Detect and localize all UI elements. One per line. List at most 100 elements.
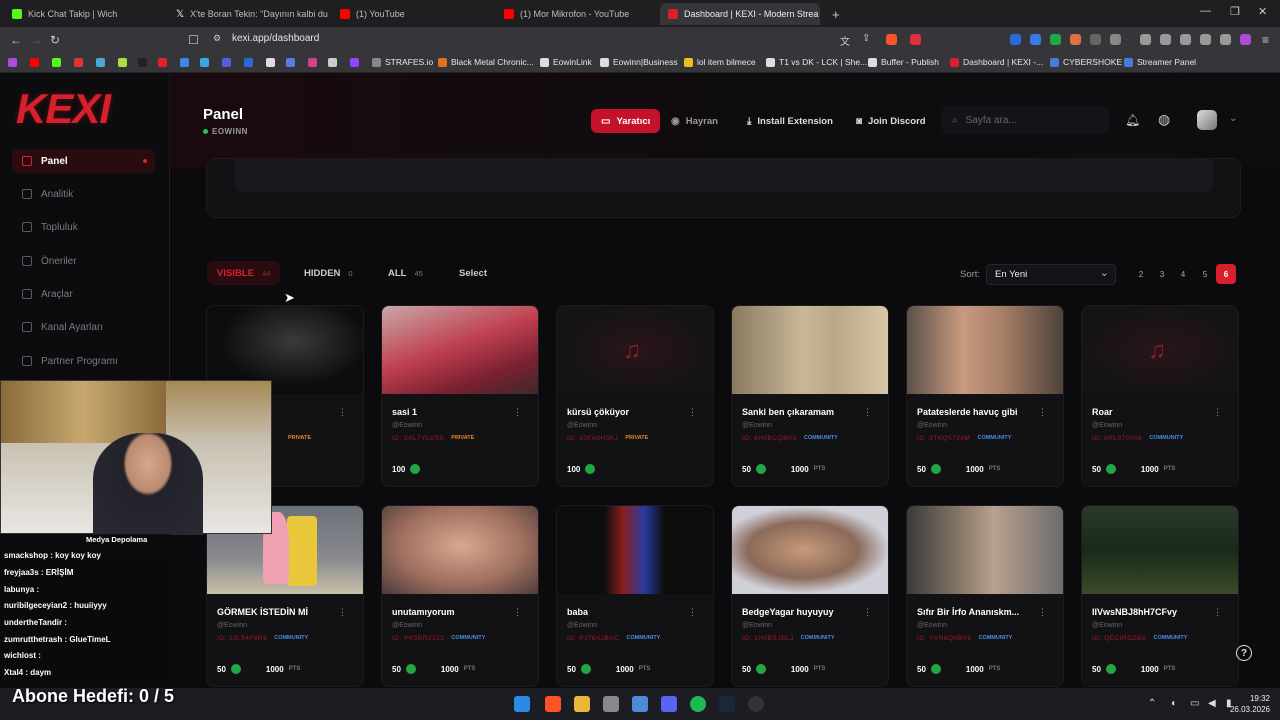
bookmark-icon[interactable]	[200, 58, 209, 67]
bookmark-icon[interactable]	[74, 58, 83, 67]
extension-icon[interactable]	[1110, 34, 1121, 45]
bookmark-link[interactable]: Streamer Panel	[1124, 57, 1196, 67]
bookmark-link[interactable]: T1 vs DK - LCK | She...	[766, 57, 867, 67]
sidebar-item-suggestions[interactable]: Öneriler	[12, 249, 155, 273]
twitch-icon[interactable]	[350, 58, 359, 67]
bookmark-icon[interactable]	[222, 58, 231, 67]
globe-icon[interactable]: ◍	[1158, 111, 1170, 128]
forward-icon[interactable]: →	[30, 33, 42, 47]
sidebar-item-tools[interactable]: Araçlar	[12, 282, 155, 306]
bookmark-icon[interactable]	[8, 58, 17, 67]
discord-icon[interactable]	[661, 696, 677, 712]
media-icon[interactable]	[1140, 34, 1151, 45]
url-field[interactable]: kexi.app/dashboard	[232, 33, 319, 44]
kick-icon[interactable]	[52, 58, 61, 67]
browser-tab[interactable]: (1) YouTube	[332, 3, 492, 25]
windows-start-icon[interactable]	[514, 696, 530, 712]
steam-icon[interactable]	[719, 696, 735, 712]
taskbar-clock[interactable]: 19:32 26.03.2026	[1230, 693, 1270, 715]
extension-icon[interactable]	[1050, 34, 1061, 45]
bookmark-icon[interactable]	[328, 58, 337, 67]
browser-tab[interactable]: 𝕏 X'te Boran Tekin: "Dayının kalbi dura	[168, 3, 328, 25]
app-icon[interactable]	[603, 696, 619, 712]
chevron-down-icon[interactable]: ⌄	[1229, 113, 1237, 124]
page-button[interactable]: 4	[1173, 264, 1193, 284]
sidebar-item-analytics[interactable]: Analitik	[12, 182, 155, 206]
sound-card[interactable]: Sanki ben çıkaramam ⋮ @Eowinn ID: 8H0BCQB…	[731, 305, 889, 487]
more-options-icon[interactable]: ⋮	[1038, 607, 1047, 618]
sound-card[interactable]: unutamıyorum ⋮ @Eowinn ID: PK5BR2212 COMMU…	[381, 505, 539, 687]
sound-card[interactable]: sasi 1 ⋮ @Eowinn ID: 2AL7YLVSS PRIVATE 100	[381, 305, 539, 487]
more-options-icon[interactable]: ⋮	[688, 407, 697, 418]
sidebar-item-panel[interactable]: Panel	[12, 149, 155, 173]
obs-icon[interactable]	[748, 696, 764, 712]
sound-card[interactable]: Patateslerde havuç gibi ⋮ @Eowinn ID: 3TK…	[906, 305, 1064, 487]
help-icon[interactable]: ?	[1236, 645, 1252, 661]
youtube-icon[interactable]	[30, 58, 39, 67]
bookmark-link[interactable]: Buffer - Publish	[868, 57, 939, 67]
vpn-icon[interactable]	[1220, 34, 1231, 45]
monitor-icon[interactable]: ▭	[1190, 698, 1199, 709]
join-discord-button[interactable]: ◙ Join Discord	[846, 109, 936, 133]
site-info-icon[interactable]: ⚙	[213, 33, 221, 44]
sidebar-icon[interactable]	[1160, 34, 1171, 45]
bookmark-link[interactable]: EowinLink	[540, 57, 592, 67]
sidebar-item-channel-settings[interactable]: Kanal Ayarları	[12, 315, 155, 339]
app-icon[interactable]	[632, 696, 648, 712]
more-options-icon[interactable]: ⋮	[688, 607, 697, 618]
leo-icon[interactable]	[1200, 34, 1211, 45]
select-button[interactable]: Select	[449, 261, 497, 285]
install-extension-button[interactable]: ⤓ Install Extension	[737, 109, 843, 133]
sound-card[interactable]: baba ⋮ @Eowinn ID: PJ76XJBAC COMMUNITY 50 1…	[556, 505, 714, 687]
reload-icon[interactable]: ↻	[50, 33, 60, 47]
avatar[interactable]	[1197, 110, 1217, 130]
more-options-icon[interactable]: ⋮	[1213, 407, 1222, 418]
translate-icon[interactable]: 文	[840, 33, 850, 48]
sound-card[interactable]: IIVwsNBJ8hH7CFvy ⋮ @Eowinn ID: QECIRDZBA C…	[1081, 505, 1239, 687]
bookmark-link[interactable]: Dashboard | KEXI -...	[950, 57, 1043, 67]
brave-shield-icon[interactable]	[886, 34, 897, 45]
bookmark-link[interactable]: lol item bilmece	[684, 57, 756, 67]
spotify-icon[interactable]	[690, 696, 706, 712]
sort-select[interactable]: En Yeni	[986, 264, 1116, 285]
tiktok-icon[interactable]	[138, 58, 147, 67]
more-options-icon[interactable]: ⋮	[513, 407, 522, 418]
tray-chevron-icon[interactable]: ⌃	[1148, 698, 1156, 709]
extension-icon[interactable]	[1030, 34, 1041, 45]
page-button-active[interactable]: 6	[1216, 264, 1236, 284]
more-options-icon[interactable]: ⋮	[863, 607, 872, 618]
x-logo-icon[interactable]	[266, 58, 275, 67]
wallet-icon[interactable]	[1180, 34, 1191, 45]
more-options-icon[interactable]: ⋮	[1038, 407, 1047, 418]
browser-tab[interactable]: Kick Chat Takip | Wich	[4, 3, 164, 25]
puzzle-icon[interactable]	[1090, 34, 1101, 45]
profile-icon[interactable]	[1240, 34, 1251, 45]
page-button[interactable]: 3	[1152, 264, 1172, 284]
tab-all[interactable]: ALL 45	[378, 261, 433, 285]
page-button[interactable]: 5	[1195, 264, 1215, 284]
bookmark-icon[interactable]: ☐	[188, 33, 199, 47]
instagram-icon[interactable]	[308, 58, 317, 67]
close-window-icon[interactable]: ✕	[1258, 5, 1267, 18]
folder-icon[interactable]	[574, 696, 590, 712]
brave-rewards-icon[interactable]	[910, 34, 921, 45]
extension-icon[interactable]	[1010, 34, 1021, 45]
bookmark-icon[interactable]	[118, 58, 127, 67]
bookmark-link[interactable]: Black Metal Chronic...	[438, 57, 534, 67]
bookmark-icon[interactable]	[286, 58, 295, 67]
more-options-icon[interactable]: ⋮	[338, 407, 347, 418]
browser-tab[interactable]: (1) Mor Mikrofon - YouTube	[496, 3, 656, 25]
restore-icon[interactable]: ❐	[1230, 5, 1240, 18]
sidebar-item-partner[interactable]: Partner Programı	[12, 349, 155, 373]
bookmark-link[interactable]: STRAFES.io	[372, 57, 433, 67]
more-options-icon[interactable]: ⋮	[1213, 607, 1222, 618]
extension-icon[interactable]	[1070, 34, 1081, 45]
bookmark-icon[interactable]	[180, 58, 189, 67]
volume-icon[interactable]: ◀︎	[1208, 698, 1216, 709]
bookmark-link[interactable]: Eowinn|Business	[600, 57, 678, 67]
more-options-icon[interactable]: ⋮	[338, 607, 347, 618]
sound-card[interactable]: ♫ Roar ⋮ @Eowinn ID: 8RL070008 COMMUNITY 5…	[1081, 305, 1239, 487]
microphone-icon[interactable]: ◖	[1170, 698, 1176, 709]
sound-card[interactable]: BedgeYagar huyuyuy ⋮ @Eowinn ID: 1H0BSJBL…	[731, 505, 889, 687]
new-tab-button[interactable]: +	[824, 3, 844, 25]
